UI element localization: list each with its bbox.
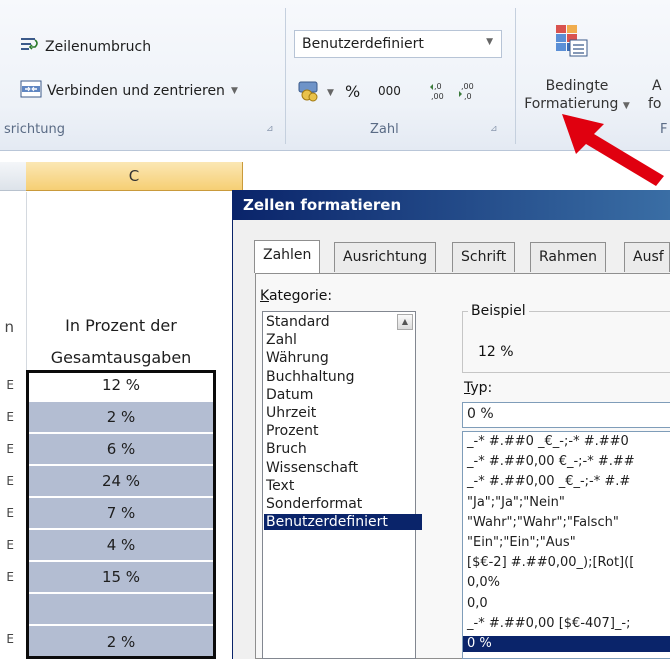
category-item[interactable]: Standard	[266, 314, 396, 330]
category-item[interactable]: Datum	[266, 387, 396, 403]
type-list-item[interactable]: 0 %	[463, 636, 670, 652]
merge-center-label: Verbinden und zentrieren	[47, 83, 225, 99]
merge-center-button[interactable]: Verbinden und zentrieren ▼	[20, 80, 238, 102]
type-list-item[interactable]: _-* #.##0,00 _€_-;-* #.#	[467, 474, 630, 490]
chevron-down-icon: ▼	[486, 37, 493, 47]
column-header-line-2: Gesamtausgaben	[50, 348, 192, 367]
column-header-line-1: In Prozent der	[65, 316, 177, 335]
tab-border[interactable]: Rahmen	[530, 242, 606, 272]
type-input[interactable]: 0 %	[462, 402, 670, 428]
type-list-item[interactable]: 0,0	[467, 596, 488, 612]
type-list-item[interactable]: _-* #.##0,00 €_-;-* #.##	[467, 454, 635, 470]
category-item[interactable]: Text	[266, 478, 396, 494]
format-as-table-button[interactable]: A fo	[648, 78, 662, 112]
category-item[interactable]: Benutzerdefiniert	[264, 514, 422, 531]
conditional-formatting-button[interactable]: Bedingte Formatierung ▼	[522, 78, 632, 112]
category-item[interactable]: Sonderformat	[266, 496, 396, 512]
example-value: 12 %	[478, 344, 514, 360]
type-list-item[interactable]: 0,0%	[467, 575, 500, 591]
category-item[interactable]: Wissenschaft	[266, 460, 396, 476]
type-list[interactable]: _-* #.##0 _€_-;-* #.##0 _-* #.##0,00 €_-;…	[462, 431, 670, 659]
group-divider	[285, 8, 286, 144]
row-marker: E	[6, 632, 14, 646]
row-marker: E	[6, 474, 14, 488]
conditional-formatting-label-1: Bedingte	[545, 78, 609, 94]
type-list-item[interactable]: [$€-2] #.##0,00_);[Rot]([	[467, 555, 634, 571]
wrap-text-icon	[20, 36, 40, 58]
row-marker: E	[6, 570, 14, 584]
percent-label: %	[345, 82, 361, 101]
wrap-text-label: Zeilenumbruch	[45, 39, 152, 55]
type-list-item[interactable]: _-* #.##0,00 [$€-407]_-;	[467, 616, 630, 632]
row-marker: E	[6, 538, 14, 552]
increase-decimal-icon: ,0 ,00	[428, 80, 452, 106]
category-item[interactable]: Buchhaltung	[266, 369, 396, 385]
decrease-decimal-icon: ,00 ,0	[456, 80, 480, 106]
example-label: Beispiel	[468, 303, 529, 319]
category-label: Kategorie:	[260, 288, 333, 304]
number-format-value: Benutzerdefiniert	[302, 36, 424, 52]
dialog-launcher-icon[interactable]: ⊿	[266, 124, 277, 135]
number-group-label: Zahl	[370, 122, 399, 137]
svg-text:,00: ,00	[461, 82, 474, 91]
type-list-item[interactable]: "Ein";"Ein";"Aus"	[467, 535, 576, 551]
dialog-launcher-icon[interactable]: ⊿	[490, 124, 501, 135]
category-item[interactable]: Prozent	[266, 423, 396, 439]
category-item[interactable]: Zahl	[266, 332, 396, 348]
category-item[interactable]: Währung	[266, 350, 396, 366]
merge-center-icon	[20, 80, 42, 102]
example-group	[462, 311, 670, 373]
number-format-select[interactable]: Benutzerdefiniert ▼	[294, 30, 502, 58]
currency-icon	[297, 80, 323, 106]
column-header-c[interactable]: C	[26, 162, 243, 191]
selection-border	[26, 370, 216, 659]
type-label: Typ:	[464, 380, 493, 396]
accounting-format-button[interactable]: ▼	[297, 80, 334, 106]
tab-alignment[interactable]: Ausrichtung	[334, 242, 437, 272]
row-marker: E	[6, 442, 14, 456]
category-item[interactable]: Uhrzeit	[266, 405, 396, 421]
row-header-corner	[0, 162, 27, 191]
decrease-decimal-button[interactable]: ,00 ,0	[456, 80, 480, 106]
tab-font[interactable]: Schrift	[452, 242, 516, 272]
conditional-formatting-icon[interactable]	[555, 24, 589, 62]
scroll-up-arrow-icon[interactable]: ▲	[397, 314, 413, 330]
increase-decimal-button[interactable]: ,0 ,00	[428, 80, 452, 106]
alignment-group-label: srichtung	[4, 122, 65, 137]
red-arrow-icon	[562, 114, 664, 186]
percent-style-button[interactable]: %	[345, 82, 360, 101]
type-list-item[interactable]: _-* #.##0 _€_-;-* #.##0	[467, 434, 629, 450]
tab-number[interactable]: Zahlen	[254, 240, 321, 273]
dialog-title: Zellen formatieren	[233, 190, 670, 220]
row-marker: E	[6, 378, 14, 392]
type-list-item[interactable]: "Wahr";"Wahr";"Falsch"	[467, 515, 619, 531]
chevron-down-icon[interactable]: ▼	[327, 88, 334, 98]
category-list[interactable]: ▲ Standard Zahl Währung Buchhaltung Datum Uhr…	[262, 311, 422, 659]
row-marker: n	[4, 318, 14, 336]
thousands-separator-button[interactable]: 000	[378, 84, 401, 98]
svg-text:,0: ,0	[434, 82, 442, 91]
format-as-table-label-1: A	[652, 78, 662, 94]
svg-text:,0: ,0	[464, 92, 472, 101]
chevron-down-icon[interactable]: ▼	[231, 86, 238, 96]
category-item[interactable]: Bruch	[266, 441, 396, 457]
row-marker: E	[6, 410, 14, 424]
wrap-text-button[interactable]: Zeilenumbruch	[20, 36, 151, 58]
type-list-item[interactable]: "Ja";"Ja";"Nein"	[467, 495, 565, 511]
group-divider	[515, 8, 516, 144]
tab-fill[interactable]: Ausf	[624, 242, 670, 272]
row-marker: E	[6, 506, 14, 520]
svg-text:,00: ,00	[431, 92, 444, 101]
thousands-label: 000	[378, 84, 401, 98]
